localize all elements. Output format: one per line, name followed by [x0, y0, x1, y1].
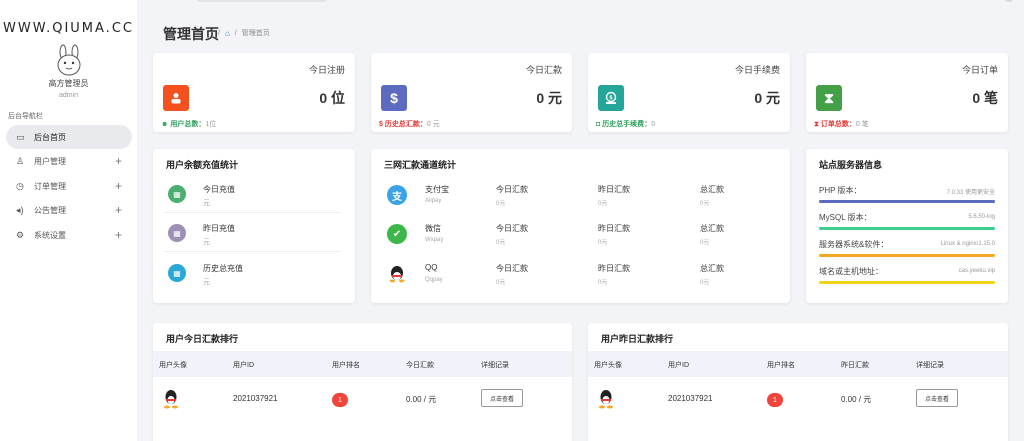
hourglass-icon: ⧗ [816, 85, 842, 111]
users-group-icon: ☻ [161, 121, 169, 128]
rank-badge: 1 [332, 393, 348, 407]
breadcrumb-current: 管理首页 [241, 30, 270, 37]
dollar-icon: $ [381, 85, 407, 111]
recharge-card: 用户余额充值统计 ▦ 今日充值 元 ▦ 昨日充值 元 ▦ 历史总充值 元 [153, 149, 355, 303]
server-row-domain: 域名或主机地址： cas.yeeku.vip [819, 262, 995, 284]
admin-role: admin [58, 92, 79, 99]
sidebar-item-home[interactable]: ▭ 后台首页 [6, 125, 132, 149]
payment-row-wechat: ✔ 微信 Wxpay 今日汇款 0元 昨日汇款 0元 总汇款 0元 [385, 216, 785, 254]
breadcrumb-sep: / [234, 29, 237, 37]
stat-value: 0 元 [754, 90, 780, 106]
card-title: 用户今日汇款排行 [166, 334, 239, 344]
brand-logo[interactable]: WWW.QIUMA.CC [0, 21, 137, 36]
qq-icon [389, 266, 405, 283]
stat-label: 今日汇款 [525, 65, 562, 75]
admin-avatar[interactable] [51, 43, 87, 77]
speaker-icon: ◂) [16, 204, 24, 215]
qq-avatar-icon [164, 390, 178, 409]
server-row-bar [819, 200, 995, 203]
view-detail-button[interactable]: 点击查看 [916, 389, 958, 407]
recharge-row-today: ▦ 今日充值 元 [165, 177, 341, 213]
server-row-php: PHP 版本： 7.0.33 使用更安全 [819, 181, 995, 203]
rank-today-card: 用户今日汇款排行 用户头像 用户ID 用户排名 今日汇款 详细记录 202103… [153, 323, 572, 441]
sidebar-item-label: 订单管理 [34, 181, 66, 191]
stat-value: 0 元 [536, 90, 562, 106]
card-title: 用户余额充值统计 [166, 160, 239, 170]
clock-icon: ◷ [16, 180, 24, 191]
home-icon[interactable]: ⌂ [225, 29, 230, 38]
sidebar-item-label: 公告管理 [34, 205, 66, 215]
expand-plus-icon[interactable]: + [115, 154, 122, 168]
breadcrumb: / ⌂ / 管理首页 [218, 28, 270, 38]
sidebar: WWW.QIUMA.CC 高方管理员 admin 后台导航栏 ▭ 后台首页 ♙ … [0, 0, 137, 441]
expand-plus-icon[interactable]: + [115, 228, 122, 242]
stat-value: 0 位 [319, 90, 345, 106]
expand-plus-icon[interactable]: + [115, 203, 122, 217]
server-row-bar [819, 254, 995, 257]
server-info-card: 站点服务器信息 PHP 版本： 7.0.33 使用更安全 MySQL 版本： 5… [806, 149, 1008, 303]
nav-caption: 后台导航栏 [8, 113, 43, 120]
server-row-mysql: MySQL 版本： 5.6.50-log [819, 208, 995, 230]
breadcrumb-sep: / [218, 29, 220, 37]
rank-yesterday-card: 用户昨日汇款排行 用户头像 用户ID 用户排名 昨日汇款 详细记录 202103… [588, 323, 1008, 441]
qq-avatar-icon [599, 390, 613, 409]
top-user-button[interactable] [1005, 0, 1013, 2]
sidebar-item-notices[interactable]: ◂) 公告管理 + [6, 198, 132, 222]
gear-icon: ⚙ [16, 229, 25, 240]
recharge-row-total: ▦ 历史总充值 元 [165, 256, 341, 292]
sidebar-item-label: 后台首页 [34, 132, 66, 142]
monitor-icon: ▭ [16, 131, 25, 142]
stat-foot: ☻ 用户总数：1位 [161, 121, 217, 128]
stat-label: 今日注册 [308, 65, 345, 75]
hourglass-small-icon: ⧗ [814, 121, 819, 128]
admin-name: 高方管理员 [48, 79, 89, 88]
calendar-icon: ▦ [168, 224, 186, 242]
rank-badge: 1 [767, 393, 783, 407]
payment-row-qq: QQ Qqpay 今日汇款 0元 昨日汇款 0元 总汇款 0元 [385, 256, 785, 294]
alipay-icon: 支 [387, 185, 407, 205]
calendar-icon: ▦ [168, 185, 186, 203]
stat-foot: $ 历史总汇款：0 元 [379, 121, 440, 128]
card-title: 站点服务器信息 [819, 160, 883, 170]
table-header: 用户头像 用户ID 用户排名 昨日汇款 详细记录 [588, 351, 1008, 377]
card-title: 用户昨日汇款排行 [601, 334, 674, 344]
svg-text:$: $ [609, 95, 613, 101]
calendar-icon: ▦ [168, 264, 186, 282]
server-row-bar [819, 281, 995, 284]
view-detail-button[interactable]: 点击查看 [481, 389, 523, 407]
payment-row-alipay: 支 支付宝 Alipay 今日汇款 0元 昨日汇款 0元 总汇款 0元 [385, 177, 785, 215]
sidebar-item-label: 系统设置 [34, 230, 66, 240]
wechat-icon: ✔ [387, 224, 407, 244]
server-row-bar [819, 227, 995, 230]
sidebar-item-settings[interactable]: ⚙ 系统设置 + [6, 223, 132, 247]
recharge-row-yesterday: ▦ 昨日充值 元 [165, 216, 341, 252]
stat-label: 今日手续费 [734, 65, 780, 75]
stat-card-register: 今日注册 0 位 ☻ 用户总数：1位 [153, 53, 355, 132]
stat-foot: ⧗ 订单总数：0 笔 [814, 121, 869, 128]
stat-label: 今日订单 [961, 65, 998, 75]
page-title: 管理首页 [163, 26, 219, 42]
user-icon [163, 85, 189, 111]
top-search-bar[interactable] [197, 0, 327, 2]
stat-card-remit: 今日汇款 $ 0 元 $ 历史总汇款：0 元 [371, 53, 572, 132]
sidebar-item-label: 用户管理 [34, 156, 66, 166]
stat-card-fee: 今日手续费 $ 0 元 ◘ 历史总手续费：0 [588, 53, 790, 132]
sidebar-item-orders[interactable]: ◷ 订单管理 + [6, 174, 132, 198]
money-icon: $ [598, 85, 624, 111]
payment-channels-card: 三网汇款通道统计 支 支付宝 Alipay 今日汇款 0元 昨日汇款 0元 总汇… [371, 149, 790, 303]
sidebar-item-users[interactable]: ♙ 用户管理 + [6, 149, 132, 173]
stat-card-orders: 今日订单 ⧗ 0 笔 ⧗ 订单总数：0 笔 [806, 53, 1008, 132]
dollar-small-icon: $ [379, 121, 383, 128]
card-title: 三网汇款通道统计 [384, 160, 457, 170]
money-small-icon: ◘ [596, 121, 601, 128]
stat-foot: ◘ 历史总手续费：0 [596, 121, 656, 128]
table-header: 用户头像 用户ID 用户排名 今日汇款 详细记录 [153, 351, 572, 377]
server-row-os: 服务器系统&软件： Linux & nginx/1.15.0 [819, 235, 995, 257]
user-icon: ♙ [16, 155, 25, 166]
expand-plus-icon[interactable]: + [115, 179, 122, 193]
stat-value: 0 笔 [972, 90, 998, 106]
